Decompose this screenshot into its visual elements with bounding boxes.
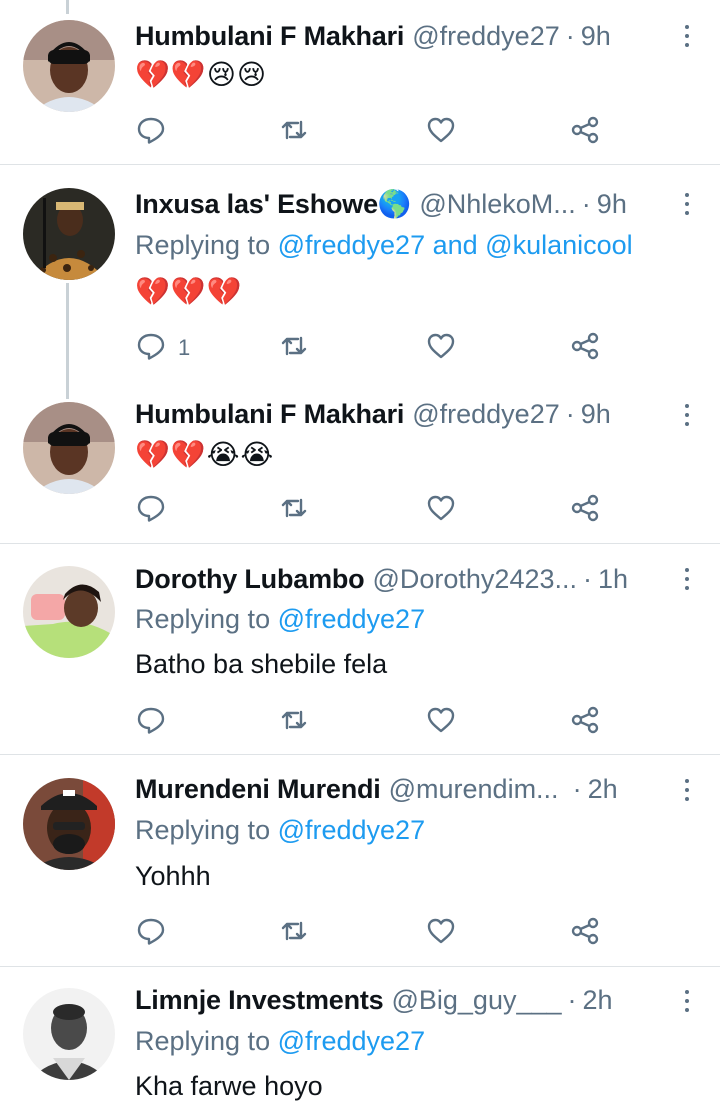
replying-to: Replying to @freddye27	[135, 1026, 425, 1057]
retweet-icon[interactable]	[278, 492, 310, 524]
tweet-text: Yohhh	[135, 861, 211, 891]
avatar[interactable]	[23, 778, 115, 870]
mention-link[interactable]: @freddye27	[278, 230, 426, 260]
avatar[interactable]	[23, 188, 115, 280]
avatar[interactable]	[23, 20, 115, 112]
divider	[0, 966, 720, 967]
separator-dot: ·	[565, 398, 575, 429]
replying-to-label: Replying to	[135, 604, 278, 634]
retweet-icon[interactable]	[278, 330, 310, 362]
timestamp[interactable]: 9h	[597, 189, 627, 220]
thread-line	[66, 283, 69, 399]
user-handle[interactable]: @Big_guy___	[391, 985, 561, 1016]
separator-dot: ·	[572, 773, 582, 804]
retweet-icon[interactable]	[278, 704, 310, 736]
more-vertical-icon[interactable]	[683, 25, 691, 47]
user-handle[interactable]: @NhlekoM...	[419, 189, 575, 220]
tweet-text: 💔💔😭😭	[135, 438, 275, 471]
display-name[interactable]: Dorothy Lubambo	[135, 564, 365, 595]
replying-to-label: Replying to	[135, 230, 278, 260]
user-handle[interactable]: @Dorothy2423...	[372, 564, 577, 595]
display-name[interactable]: Inxusa las' Eshowe🌎	[135, 188, 412, 220]
tweet-text: 💔💔💔	[135, 275, 243, 308]
retweet-icon[interactable]	[278, 915, 310, 947]
reply-icon[interactable]	[135, 492, 167, 524]
display-name[interactable]: Murendeni Murendi	[135, 774, 381, 805]
tweet-header: Dorothy Lubambo @Dorothy2423... · 1h	[135, 561, 628, 597]
reply-count: 1	[178, 335, 191, 360]
tweet-header: Inxusa las' Eshowe🌎 @NhlekoM... · 9h	[135, 186, 627, 222]
timestamp[interactable]: 9h	[581, 21, 611, 52]
tweet-text: Batho ba shebile fela	[135, 649, 388, 679]
mention-link[interactable]: @freddye27	[278, 815, 426, 845]
more-vertical-icon[interactable]	[683, 193, 691, 215]
separator-dot: ·	[583, 563, 593, 594]
reply-icon[interactable]	[135, 915, 167, 947]
heart-icon[interactable]	[425, 704, 457, 736]
separator-dot: ·	[581, 188, 591, 219]
reply-icon[interactable]	[135, 114, 167, 146]
tweet-header: Humbulani F Makhari @freddye27 · 9h	[135, 18, 611, 54]
display-name[interactable]: Humbulani F Makhari	[135, 21, 404, 52]
tweet-header: Murendeni Murendi @murendim... · 2h	[135, 771, 618, 807]
divider	[0, 543, 720, 544]
mention-link[interactable]: @freddye27	[278, 1026, 426, 1056]
more-vertical-icon[interactable]	[683, 568, 691, 590]
replying-to-label: Replying to	[135, 815, 278, 845]
more-vertical-icon[interactable]	[683, 990, 691, 1012]
share-icon[interactable]	[569, 114, 601, 146]
divider	[0, 754, 720, 755]
reply-icon[interactable]	[135, 330, 167, 362]
avatar[interactable]	[23, 566, 115, 658]
heart-icon[interactable]	[425, 330, 457, 362]
share-icon[interactable]	[569, 704, 601, 736]
heart-icon[interactable]	[425, 114, 457, 146]
separator-dot: ·	[567, 984, 577, 1015]
share-icon[interactable]	[569, 330, 601, 362]
mention-joiner: and	[425, 230, 486, 260]
replying-to: Replying to @freddye27	[135, 815, 425, 846]
display-name[interactable]: Limnje Investments	[135, 985, 384, 1016]
more-vertical-icon[interactable]	[683, 779, 691, 801]
heart-icon[interactable]	[425, 915, 457, 947]
retweet-icon[interactable]	[278, 114, 310, 146]
mention-link[interactable]: @freddye27	[278, 604, 426, 634]
timestamp[interactable]: 9h	[581, 399, 611, 430]
tweet-header: Limnje Investments @Big_guy___ · 2h	[135, 982, 613, 1018]
mention-link[interactable]: @kulanicool	[485, 230, 633, 260]
avatar[interactable]	[23, 402, 115, 494]
share-icon[interactable]	[569, 492, 601, 524]
divider	[0, 164, 720, 165]
timestamp[interactable]: 1h	[598, 564, 628, 595]
reply-icon[interactable]	[135, 704, 167, 736]
timestamp[interactable]: 2h	[588, 774, 618, 805]
thread-line	[66, 0, 69, 14]
heart-icon[interactable]	[425, 492, 457, 524]
user-handle[interactable]: @freddye27	[412, 399, 560, 430]
tweet-header: Humbulani F Makhari @freddye27 · 9h	[135, 396, 611, 432]
more-vertical-icon[interactable]	[683, 404, 691, 426]
tweet-text: 💔💔😢😢	[135, 58, 268, 91]
timestamp[interactable]: 2h	[583, 985, 613, 1016]
tweet-text: Kha farwe hoyo	[135, 1071, 323, 1101]
replying-to: Replying to @freddye27	[135, 604, 425, 635]
replying-to: Replying to @freddye27 and @kulanicool	[135, 230, 633, 261]
user-handle[interactable]: @freddye27	[412, 21, 560, 52]
separator-dot: ·	[565, 20, 575, 51]
share-icon[interactable]	[569, 915, 601, 947]
display-name[interactable]: Humbulani F Makhari	[135, 399, 404, 430]
avatar[interactable]	[23, 988, 115, 1080]
user-handle[interactable]: @murendim...	[389, 774, 559, 805]
replying-to-label: Replying to	[135, 1026, 278, 1056]
